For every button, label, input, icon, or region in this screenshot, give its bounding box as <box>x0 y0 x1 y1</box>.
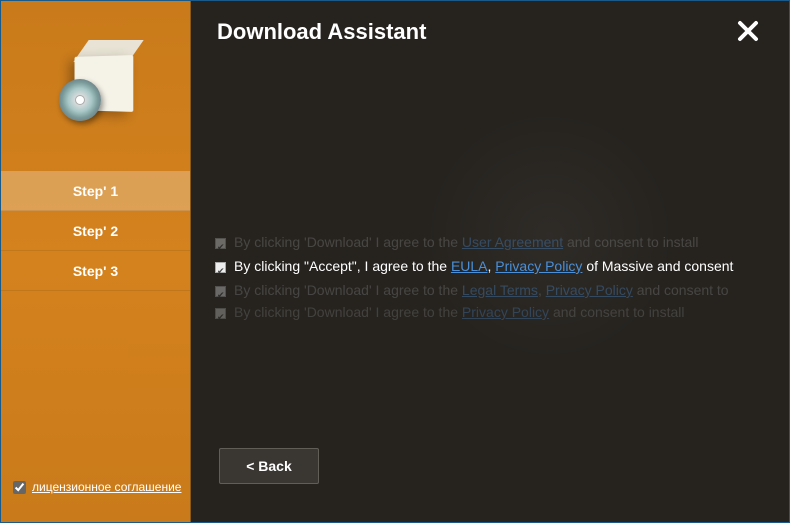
consent-row-2: By clicking 'Download' I agree to the Le… <box>215 279 769 301</box>
consent-text: and consent to install <box>549 304 684 320</box>
sidebar: Step' 1 Step' 2 Step' 3 лицензионное сог… <box>1 1 191 522</box>
step-1[interactable]: Step' 1 <box>1 171 190 211</box>
header: Download Assistant <box>191 1 789 59</box>
privacy-policy-link-3[interactable]: Privacy Policy <box>462 304 549 320</box>
page-title: Download Assistant <box>217 19 426 45</box>
consent-text: By clicking 'Download' I agree to the <box>234 234 462 250</box>
close-icon <box>736 19 760 43</box>
privacy-policy-link-2[interactable]: Privacy Policy <box>546 282 633 298</box>
consent-row-3: By clicking 'Download' I agree to the Pr… <box>215 301 769 323</box>
installer-box-icon <box>51 31 141 121</box>
installer-window: Step' 1 Step' 2 Step' 3 лицензионное сог… <box>0 0 790 523</box>
eula-link[interactable]: EULA <box>451 258 488 274</box>
steps-list: Step' 1 Step' 2 Step' 3 <box>1 171 190 291</box>
consent-text: , <box>538 282 546 298</box>
back-button[interactable]: < Back <box>219 448 319 484</box>
license-agreement-link[interactable]: лицензионное соглашение <box>32 480 181 494</box>
main-panel: Download Assistant By clicking 'Download… <box>191 1 789 522</box>
consent-checkbox-3[interactable] <box>215 308 226 319</box>
consent-row-0: By clicking 'Download' I agree to the Us… <box>215 231 769 253</box>
license-footer: лицензионное соглашение <box>13 480 181 494</box>
consent-row-1: By clicking "Accept", I agree to the EUL… <box>215 255 769 277</box>
consent-text: and consent to <box>633 282 729 298</box>
consent-text: of Massive and consent <box>582 258 733 274</box>
consent-text: By clicking 'Download' I agree to the <box>234 304 462 320</box>
privacy-policy-link[interactable]: Privacy Policy <box>495 258 582 274</box>
legal-terms-link[interactable]: Legal Terms <box>462 282 538 298</box>
step-3[interactable]: Step' 3 <box>1 251 190 291</box>
consent-text: and consent to install <box>563 234 698 250</box>
consent-text: By clicking 'Download' I agree to the <box>234 282 462 298</box>
license-checkbox[interactable] <box>13 481 26 494</box>
step-2[interactable]: Step' 2 <box>1 211 190 251</box>
consent-text: By clicking "Accept", I agree to the <box>234 258 451 274</box>
consent-checkbox-2[interactable] <box>215 286 226 297</box>
consent-checkbox-0[interactable] <box>215 238 226 249</box>
close-button[interactable] <box>733 19 763 49</box>
consent-checkbox-1[interactable] <box>215 262 226 273</box>
consent-list: By clicking 'Download' I agree to the Us… <box>215 231 769 341</box>
user-agreement-link[interactable]: User Agreement <box>462 234 563 250</box>
